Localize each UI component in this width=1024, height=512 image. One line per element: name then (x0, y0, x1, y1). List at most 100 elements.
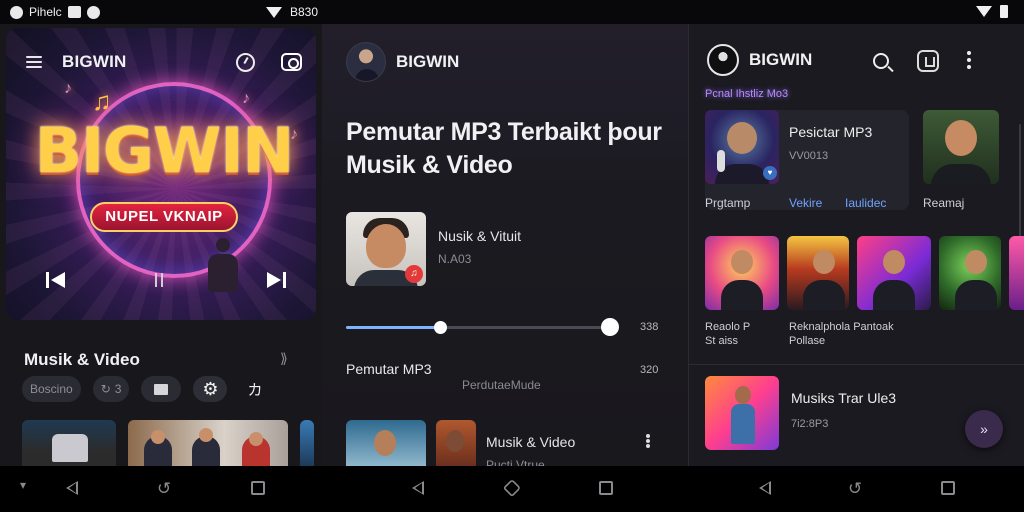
page-title: Pemutar MP3 Terbaikt þour Musik & Video (346, 118, 662, 179)
filter-chip-label: Boscino (30, 382, 73, 396)
status-center-text: B830 (290, 5, 319, 19)
chevron-down-icon[interactable]: ▾ (20, 478, 26, 492)
image-icon (154, 383, 169, 395)
section-title: Musik & Video (24, 350, 140, 369)
extra-chip-label: カ (247, 381, 263, 399)
battery-icon (1000, 5, 1008, 18)
rotate-icon[interactable]: ↺ (157, 479, 171, 499)
filter-chip[interactable]: Boscino (22, 376, 81, 402)
menu-icon[interactable] (26, 56, 42, 68)
next-icon[interactable] (264, 272, 286, 288)
pause-icon[interactable] (154, 273, 164, 287)
video-thumbnail[interactable] (22, 420, 116, 466)
poster-card[interactable] (787, 236, 849, 310)
track-name: Nusik & Vituit (438, 228, 521, 244)
timer-icon[interactable] (236, 52, 255, 72)
status-bar: Pihelc B830 (0, 0, 1024, 24)
cast-icon[interactable] (917, 50, 939, 72)
image-chip[interactable] (141, 376, 182, 402)
wifi-icon (266, 6, 282, 18)
extra-chip[interactable]: カ (239, 376, 270, 402)
video-thumbnails (22, 420, 314, 466)
recents-icon[interactable] (599, 481, 613, 495)
mid-brand: BIGWIN (396, 52, 460, 71)
poster-caption: Reknalphola Pantoak Pollase (789, 320, 894, 348)
right-panel: BIGWIN Pcnal Ihstliz Mo3 ♥ Pesictar MP3 … (688, 24, 1024, 466)
home-icon[interactable] (502, 478, 522, 498)
right-brand: BIGWIN (749, 50, 813, 69)
refresh-icon: ↻ (100, 382, 111, 396)
poster-caption-line: Pollase (789, 335, 826, 347)
poster-card[interactable] (939, 236, 1001, 310)
poster-caption-line: Reaolo P (705, 321, 751, 333)
featured-title: Pesictar MP3 (789, 124, 873, 140)
forward-icon: » (980, 421, 988, 437)
featured-subtitle: VV0013 (789, 150, 829, 162)
microphone-icon (717, 150, 725, 172)
list-item-subtitle: 7i2:8P3 (791, 418, 829, 430)
artist-artwork[interactable] (923, 110, 999, 184)
now-playing-card[interactable]: ♫ Nusik & Vituit N.A03 (346, 212, 521, 286)
poster-card[interactable] (705, 236, 779, 310)
music-note-icon: ♫ (92, 86, 112, 116)
poster-caption-line: St aiss (705, 335, 739, 347)
rotate-icon[interactable]: ↺ (848, 479, 862, 499)
filter-chips: Boscino ↻ 3 ⚙ カ (22, 376, 270, 402)
avatar[interactable] (707, 44, 739, 76)
sync-icon (86, 5, 100, 19)
more-options-icon[interactable] (967, 50, 971, 72)
hero-card[interactable]: ♫ ♪ ♪ ♪ BIGWIN BIGWIN NUPEL VKNAIP (6, 28, 316, 320)
signal-icon (976, 6, 992, 17)
seek-bar[interactable] (346, 318, 619, 336)
recents-icon[interactable] (941, 481, 955, 495)
bigwin-logo: BIGWIN (34, 114, 295, 187)
refresh-chip[interactable]: ↻ 3 (92, 376, 130, 402)
volume-handle[interactable] (601, 318, 619, 336)
track-artwork: ♫ (346, 212, 426, 286)
hero-player-controls (46, 272, 286, 292)
list-thumbnail (705, 376, 779, 450)
settings-chip[interactable]: ⚙ (193, 376, 228, 402)
section-tag: Pcnal Ihstliz Mo3 (705, 88, 789, 100)
seek-handle[interactable] (433, 321, 447, 334)
artist-caption: Reamaj (923, 196, 965, 210)
recents-icon[interactable] (251, 481, 265, 495)
avatar[interactable] (346, 42, 386, 82)
poster-card[interactable] (857, 236, 931, 310)
camera-icon[interactable] (281, 53, 302, 71)
search-icon[interactable] (873, 53, 889, 69)
favorite-icon[interactable]: ♥ (763, 166, 777, 180)
poster-caption: Reaolo P St aiss (705, 320, 750, 348)
status-app-text: Pihelc (29, 5, 62, 19)
previous-icon[interactable] (46, 272, 68, 288)
featured-link[interactable]: Vekire (789, 196, 822, 210)
app-status-icon (10, 5, 23, 19)
now-playing-label: Pemutar MP3 (346, 361, 432, 377)
list-item[interactable]: Musik & Video Pucti Vtrue (346, 420, 636, 472)
video-thumbnail[interactable] (300, 420, 314, 466)
track-subtitle: N.A03 (438, 252, 472, 266)
forward-fab-button[interactable]: » (965, 410, 1003, 448)
featured-card[interactable]: ♥ Pesictar MP3 VV0013 Prgtamp Vekire Iau… (705, 110, 909, 210)
hero-brand: BIGWIN (62, 52, 127, 71)
featured-link[interactable]: Iaulidec (845, 196, 886, 210)
more-options-icon[interactable] (646, 434, 650, 448)
back-icon[interactable] (412, 481, 424, 495)
list-item-title: Musiks Trar Ule3 (791, 390, 897, 406)
poster-caption-line: Reknalphola Pantoak (789, 321, 894, 333)
see-more-icon[interactable]: ⟫ (280, 350, 288, 367)
list-thumbnail (436, 420, 476, 466)
middle-panel: BIGWIN Pemutar MP3 Terbaikt þour Musik &… (322, 24, 688, 472)
video-thumbnail[interactable] (128, 420, 288, 466)
list-item[interactable]: Musiks Trar Ule3 7i2:8P3 (705, 376, 896, 450)
poster-card[interactable] (1009, 236, 1024, 310)
back-icon[interactable] (66, 481, 78, 495)
scrollbar[interactable] (1019, 124, 1021, 254)
seek-progress (346, 326, 440, 329)
left-panel: ♫ ♪ ♪ ♪ BIGWIN BIGWIN NUPEL VKNAIP Musik… (0, 24, 322, 466)
seek-time: 338 (640, 321, 659, 333)
back-icon[interactable] (759, 481, 771, 495)
gear-icon: ⚙ (202, 378, 219, 399)
notification-icon (67, 6, 81, 18)
music-note-icon: ♪ (242, 90, 250, 107)
